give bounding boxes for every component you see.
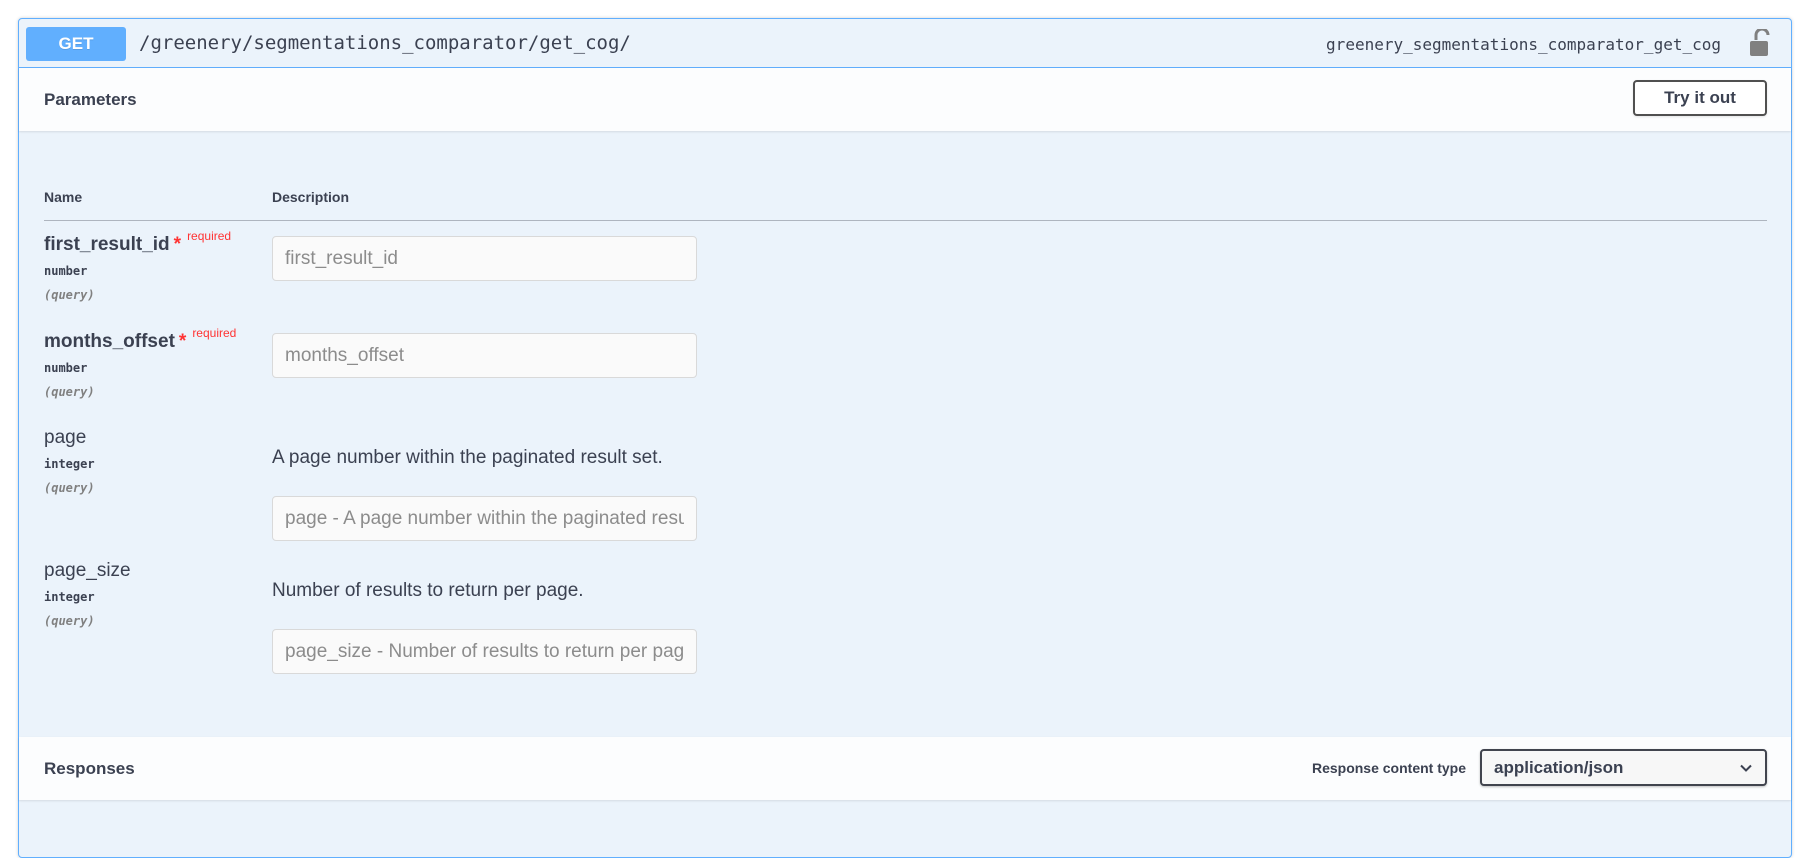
parameter-location: (query) bbox=[44, 288, 95, 302]
responses-header: Responses Response content type applicat… bbox=[19, 737, 1791, 800]
required-label: required bbox=[187, 229, 232, 243]
required-label: required bbox=[192, 326, 237, 340]
parameters-header: Parameters Try it out bbox=[19, 68, 1791, 131]
parameter-location: (query) bbox=[44, 614, 95, 628]
selected-content-type: application/json bbox=[1494, 758, 1624, 777]
parameter-type: integer bbox=[44, 457, 95, 471]
parameters-title: Parameters bbox=[44, 90, 137, 109]
operation-id: greenery_segmentations_comparator_get_co… bbox=[1326, 35, 1721, 54]
page-size-input[interactable] bbox=[272, 629, 697, 674]
parameter-type: integer bbox=[44, 590, 95, 604]
first-result-id-input[interactable] bbox=[272, 236, 697, 281]
parameter-name: page_size bbox=[44, 560, 131, 581]
months-offset-input[interactable] bbox=[272, 333, 697, 378]
operation-summary[interactable]: GET /greenery/segmentations_comparator/g… bbox=[19, 19, 1791, 68]
response-content-type-select[interactable]: application/json bbox=[1480, 749, 1767, 786]
column-header-name: Name bbox=[44, 189, 83, 205]
header-divider bbox=[44, 220, 1767, 221]
column-header-description: Description bbox=[272, 189, 350, 205]
method-badge[interactable]: GET bbox=[26, 27, 126, 61]
response-content-type-label: Response content type bbox=[1311, 760, 1466, 776]
parameter-type: number bbox=[44, 264, 88, 278]
responses-title: Responses bbox=[44, 759, 135, 778]
parameter-description: A page number within the paginated resul… bbox=[272, 447, 663, 468]
parameter-name: first_result_id * required bbox=[44, 229, 232, 255]
chevron-down-icon bbox=[1740, 764, 1752, 772]
required-star: * bbox=[178, 331, 187, 352]
required-star: * bbox=[173, 234, 182, 255]
unlocked-padlock-icon[interactable] bbox=[1747, 27, 1771, 57]
page-input[interactable] bbox=[272, 496, 697, 541]
parameter-type: number bbox=[44, 361, 88, 375]
parameter-name: page bbox=[44, 427, 87, 448]
parameter-name: months_offset * required bbox=[44, 326, 237, 352]
parameter-location: (query) bbox=[44, 481, 95, 495]
parameter-location: (query) bbox=[44, 385, 95, 399]
parameter-description: Number of results to return per page. bbox=[272, 580, 584, 601]
endpoint-path[interactable]: /greenery/segmentations_comparator/get_c… bbox=[139, 30, 631, 56]
operation-block: GET /greenery/segmentations_comparator/g… bbox=[18, 18, 1792, 858]
try-it-out-button[interactable]: Try it out bbox=[1633, 80, 1767, 116]
